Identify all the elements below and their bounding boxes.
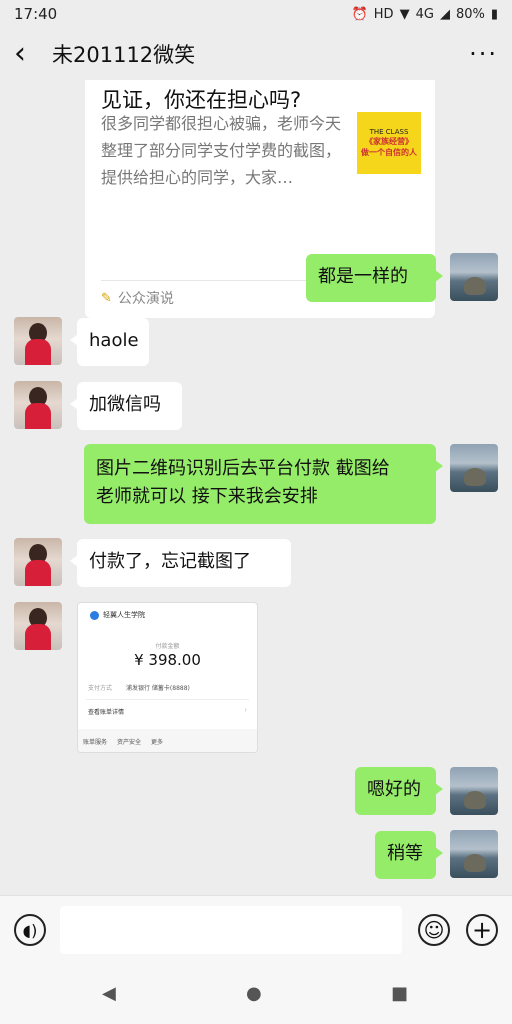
message-bubble-contact[interactable]: 付款了，忘记截图了 xyxy=(70,539,291,587)
signal-icon: ◢ xyxy=(439,6,450,22)
article-source-name: 公众演说 xyxy=(117,291,174,307)
message-text: 嗯好的 xyxy=(367,779,421,800)
message-text-line2: 老师就可以 接下来我会安排 xyxy=(96,486,318,507)
chat-title: 未201112微笑 xyxy=(52,43,196,67)
bill-detail-link: 查看账单详情 xyxy=(88,709,125,716)
article-thumbnail: THE CLASS 《家族经营》 做一个自信的人 xyxy=(357,112,421,174)
message-text-line1: 图片二维码识别后去平台付款 截图给 xyxy=(96,458,390,479)
avatar-contact[interactable] xyxy=(14,538,62,586)
avatar-self[interactable] xyxy=(450,767,498,815)
chat-area[interactable]: 见证，你还在担心吗? 很多同学都很担心被骗，老师今天整理了部分同学支付学费的截图… xyxy=(0,80,512,895)
message-bubble-self[interactable]: 稍等 xyxy=(375,831,443,879)
hd-icon: HD xyxy=(373,6,394,22)
thumb-line1: THE CLASS xyxy=(369,128,409,136)
message-bubble-contact[interactable]: 加微信吗 xyxy=(70,382,182,430)
footer-item: 账单服务 xyxy=(83,739,108,746)
more-icon[interactable]: ··· xyxy=(469,40,498,68)
voice-input-icon[interactable]: ◖) xyxy=(14,914,46,946)
chevron-right-icon: › xyxy=(244,706,247,714)
pay-footer: 账单服务 资产安全 更多 xyxy=(78,729,257,752)
nav-recents-icon[interactable]: ■ xyxy=(391,983,408,1004)
back-arrow-icon[interactable]: ‹ xyxy=(14,39,48,69)
avatar-contact[interactable] xyxy=(14,317,62,365)
status-icons: ⏰ HD ▼ 4G ◢ 80% ▮ xyxy=(352,7,498,22)
emoji-icon[interactable]: ☺ xyxy=(418,914,450,946)
plus-icon[interactable]: + xyxy=(466,914,498,946)
message-text: 付款了，忘记截图了 xyxy=(89,551,251,572)
thumb-line3: 做一个自信的人 xyxy=(361,148,417,157)
pay-method-value: 浦发银行 储蓄卡(8888) xyxy=(126,685,190,692)
chat-header: ‹ 未201112微笑 ··· xyxy=(0,28,512,80)
article-description: 很多同学都很担心被骗，老师今天整理了部分同学支付学费的截图，提供给担心的同学，大… xyxy=(101,114,342,187)
message-text: haole xyxy=(89,330,139,351)
message-bubble-self[interactable]: 图片二维码识别后去平台付款 截图给 老师就可以 接下来我会安排 xyxy=(84,444,443,524)
alarm-icon: ⏰ xyxy=(351,6,368,22)
battery-icon: ▮ xyxy=(490,6,498,22)
input-bar: ◖) ☺ + xyxy=(0,895,512,965)
pay-amount: ¥ 398.00 xyxy=(134,651,201,669)
message-input[interactable] xyxy=(60,906,402,954)
pay-divider xyxy=(86,699,249,700)
message-text: 都是一样的 xyxy=(318,266,408,287)
status-bar: 17:40 ⏰ HD ▼ 4G ◢ 80% ▮ xyxy=(0,0,512,28)
nav-home-icon[interactable]: ● xyxy=(246,983,262,1004)
payment-screenshot-image[interactable]: 轻翼人生学院 付款金额 ¥ 398.00 支付方式 浦发银行 储蓄卡(8888)… xyxy=(77,602,258,753)
avatar-self[interactable] xyxy=(450,830,498,878)
message-bubble-contact[interactable]: haole xyxy=(70,318,149,366)
network-label: 4G xyxy=(415,6,434,22)
avatar-self[interactable] xyxy=(450,444,498,492)
pay-label: 付款金额 xyxy=(155,643,180,650)
wifi-icon: ▼ xyxy=(399,6,410,22)
avatar-contact[interactable] xyxy=(14,381,62,429)
merchant-row: 轻翼人生学院 xyxy=(90,610,145,620)
system-nav-bar: ◀ ● ■ xyxy=(0,965,512,1024)
footer-item: 资产安全 xyxy=(117,739,142,746)
merchant-logo-icon xyxy=(90,610,99,620)
avatar-self[interactable] xyxy=(450,253,498,301)
message-bubble-self[interactable]: 都是一样的 xyxy=(306,254,443,302)
pen-icon: ✎ xyxy=(101,290,112,306)
avatar-contact[interactable] xyxy=(14,602,62,650)
message-text: 稍等 xyxy=(387,843,423,864)
nav-back-icon[interactable]: ◀ xyxy=(102,983,116,1004)
footer-item: 更多 xyxy=(151,739,164,746)
status-time: 17:40 xyxy=(14,5,58,23)
merchant-name: 轻翼人生学院 xyxy=(103,611,145,619)
thumb-line2: 《家族经营》 xyxy=(365,137,413,146)
pay-method-label: 支付方式 xyxy=(88,685,113,692)
message-text: 加微信吗 xyxy=(89,394,161,415)
message-bubble-self[interactable]: 嗯好的 xyxy=(355,767,443,815)
article-source: ✎ 公众演说 xyxy=(101,288,174,308)
battery-percent: 80% xyxy=(455,6,485,22)
